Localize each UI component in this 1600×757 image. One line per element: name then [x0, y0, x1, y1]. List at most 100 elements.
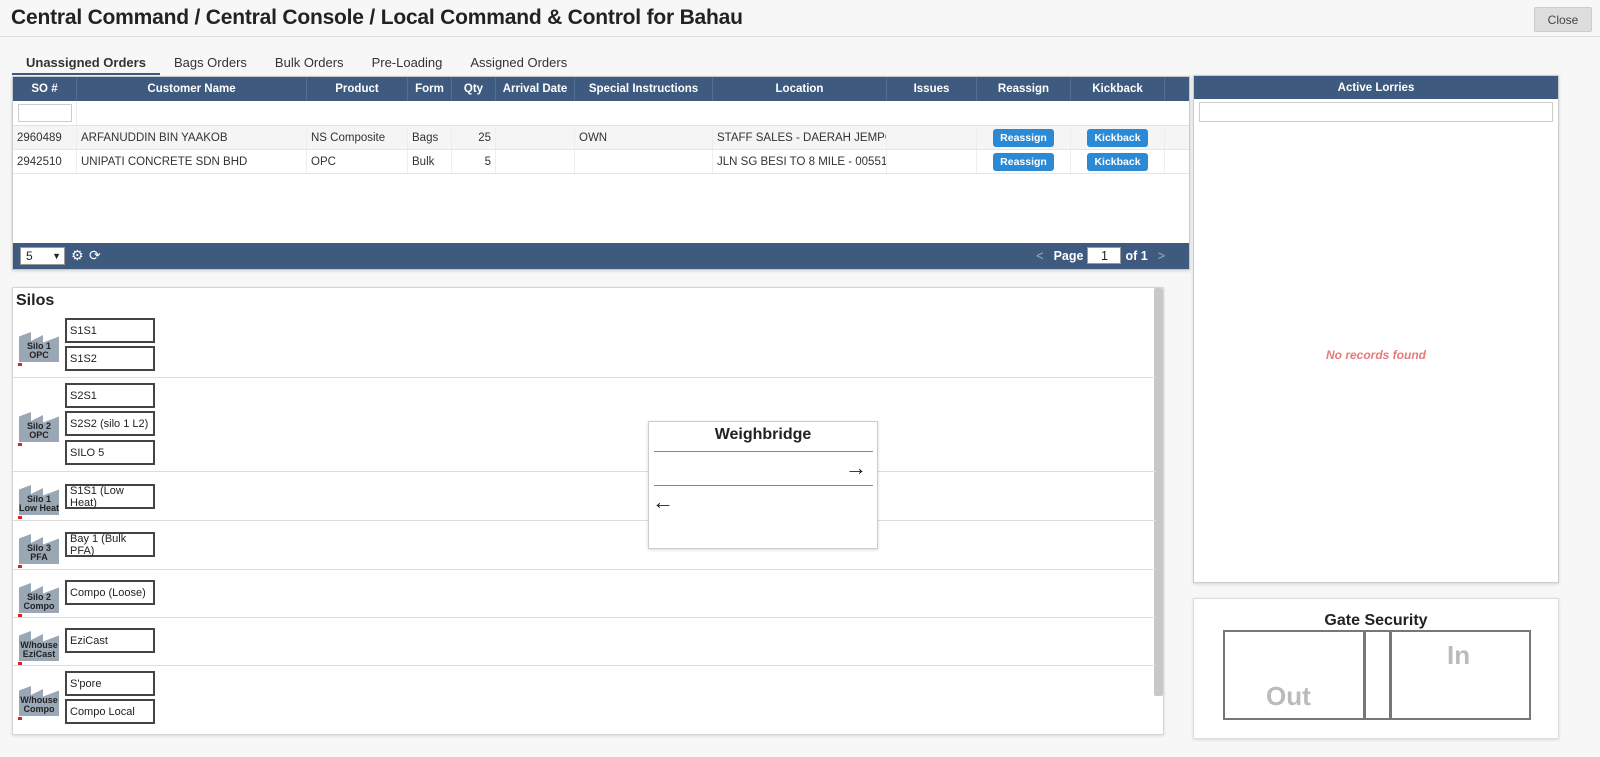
order-tabs: Unassigned Orders Bags Orders Bulk Order…	[12, 51, 581, 75]
column-header[interactable]: Customer Name	[77, 77, 307, 101]
table-row[interactable]: 2942510 UNIPATI CONCRETE SDN BHD OPC Bul…	[13, 150, 1189, 174]
grid-footer: 5 ▼ ⚙ ⟳ < Page 1 of 1 >	[13, 243, 1189, 269]
tab-pre-loading[interactable]: Pre-Loading	[358, 51, 457, 75]
cell-customer: UNIPATI CONCRETE SDN BHD	[77, 150, 307, 173]
gate-out-lane[interactable]: Out	[1223, 630, 1365, 720]
weighbridge-divider	[654, 451, 873, 452]
silo-group: W/house EziCast EziCast	[13, 618, 1156, 666]
next-page-button[interactable]: >	[1158, 249, 1165, 263]
cell-issues	[887, 150, 977, 173]
bay-slot[interactable]: Bay 1 (Bulk PFA)	[65, 532, 155, 557]
page-label: Page	[1053, 248, 1084, 263]
gate-barrier	[1364, 630, 1391, 720]
arrow-left-icon: ←	[652, 489, 674, 514]
kickback-button[interactable]: Kickback	[1087, 152, 1148, 171]
silo-group: Silo 2 Compo Compo (Loose)	[13, 570, 1156, 618]
page-number-input[interactable]: 1	[1087, 247, 1122, 264]
gear-icon[interactable]: ⚙	[71, 247, 84, 264]
filter-row	[13, 101, 1189, 126]
tab-assigned-orders[interactable]: Assigned Orders	[456, 51, 581, 75]
cell-qty: 25	[452, 126, 496, 149]
factory-icon: Silo 1 Low Heat	[18, 479, 59, 519]
silos-title: Silos	[16, 292, 55, 309]
gate-out-label: Out	[1266, 681, 1311, 711]
pager: < Page 1 of 1 >	[1026, 247, 1175, 264]
column-header[interactable]: Product	[307, 77, 408, 101]
lorries-filter-input[interactable]	[1199, 102, 1553, 122]
silo-group: Silo 1 OPC S1S1 S1S2	[13, 314, 1156, 378]
bay-slot[interactable]: S1S2	[65, 346, 155, 371]
cell-location: STAFF SALES - DAERAH JEMPO...	[713, 126, 887, 149]
bay-slot[interactable]: SILO 5	[65, 440, 155, 465]
factory-icon: Silo 2 OPC	[18, 406, 59, 446]
weighbridge-title: Weighbridge	[714, 426, 812, 443]
page-total: of 1	[1125, 248, 1148, 263]
cell-issues	[887, 126, 977, 149]
bay-slot[interactable]: S'pore	[65, 671, 155, 696]
active-lorries-title: Active Lorries	[1194, 76, 1558, 99]
cell-so: 2960489	[13, 126, 77, 149]
refresh-icon[interactable]: ⟳	[89, 247, 101, 264]
cell-form: Bulk	[408, 150, 452, 173]
bay-slot[interactable]: Compo Local	[65, 699, 155, 724]
page-size-select[interactable]: 5 ▼	[20, 247, 65, 265]
bay-slot[interactable]: S1S1 (Low Heat)	[65, 484, 155, 509]
so-filter-input[interactable]	[18, 104, 72, 122]
factory-icon: Silo 3 PFA	[18, 528, 59, 568]
bay-slot[interactable]: S2S2 (silo 1 L2)	[65, 411, 155, 436]
column-header[interactable]: Special Instructions	[575, 77, 713, 101]
table-row[interactable]: 2960489 ARFANUDDIN BIN YAAKOB NS Composi…	[13, 126, 1189, 150]
orders-grid: SO # Customer Name Product Form Qty Arri…	[12, 76, 1190, 270]
column-header[interactable]: Location	[713, 77, 887, 101]
gate-security-panel: Gate Security Out In	[1193, 598, 1559, 739]
prev-page-button[interactable]: <	[1036, 249, 1043, 263]
cell-product: OPC	[307, 150, 408, 173]
active-lorries-panel: Active Lorries No records found	[1193, 75, 1559, 583]
column-header[interactable]: Issues	[887, 77, 977, 101]
cell-arrival	[496, 126, 575, 149]
silos-panel: Silos Silo 1 OPC S1S1 S1S2 Silo 2 OPC S2S1…	[12, 287, 1164, 735]
cell-so: 2942510	[13, 150, 77, 173]
weighbridge-panel: Weighbridge → ←	[648, 421, 878, 549]
column-header[interactable]: Form	[408, 77, 452, 101]
bay-slot[interactable]: S1S1	[65, 318, 155, 343]
cell-qty: 5	[452, 150, 496, 173]
column-header[interactable]: Arrival Date	[496, 77, 575, 101]
column-header[interactable]: Kickback	[1071, 77, 1165, 101]
page-size-value: 5	[26, 249, 33, 263]
factory-icon: W/house Compo	[18, 680, 59, 720]
silo-group: Silo 2 OPC S2S1 S2S2 (silo 1 L2) SILO 5	[13, 378, 1156, 472]
kickback-button[interactable]: Kickback	[1087, 128, 1148, 147]
silo-group: Silo 3 PFA Bay 1 (Bulk PFA)	[13, 521, 1156, 570]
tab-bags-orders[interactable]: Bags Orders	[160, 51, 261, 75]
factory-icon: Silo 1 OPC	[18, 326, 59, 366]
silo-group: W/house Compo S'pore Compo Local	[13, 666, 1156, 734]
tab-unassigned-orders[interactable]: Unassigned Orders	[12, 51, 160, 75]
cell-customer: ARFANUDDIN BIN YAAKOB	[77, 126, 307, 149]
cell-location: JLN SG BESI TO 8 MILE - 005511	[713, 150, 887, 173]
close-button[interactable]: Close	[1534, 7, 1592, 32]
chevron-down-icon: ▼	[52, 251, 61, 261]
cell-special: OWN	[575, 126, 713, 149]
column-header[interactable]: SO #	[13, 77, 77, 101]
reassign-button[interactable]: Reassign	[993, 152, 1054, 171]
gate-in-label: In	[1447, 640, 1471, 670]
bay-slot[interactable]: EziCast	[65, 628, 155, 653]
factory-icon: Silo 2 Compo	[18, 577, 59, 617]
column-header[interactable]: Qty	[452, 77, 496, 101]
bay-slot[interactable]: Compo (Loose)	[65, 580, 155, 605]
bay-slot[interactable]: S2S1	[65, 383, 155, 408]
gate-in-lane[interactable]: In	[1390, 630, 1531, 720]
cell-special	[575, 150, 713, 173]
gate-security-title: Gate Security	[1324, 612, 1428, 629]
empty-state-text: No records found	[1325, 348, 1426, 362]
page-title: Central Command / Central Console / Loca…	[11, 6, 743, 29]
page-header: Central Command / Central Console / Loca…	[0, 0, 1600, 37]
column-header[interactable]: Reassign	[977, 77, 1071, 101]
silo-group: Silo 1 Low Heat S1S1 (Low Heat)	[13, 472, 1156, 521]
reassign-button[interactable]: Reassign	[993, 128, 1054, 147]
cell-arrival	[496, 150, 575, 173]
grid-header: SO # Customer Name Product Form Qty Arri…	[13, 77, 1189, 101]
cell-form: Bags	[408, 126, 452, 149]
tab-bulk-orders[interactable]: Bulk Orders	[261, 51, 358, 75]
